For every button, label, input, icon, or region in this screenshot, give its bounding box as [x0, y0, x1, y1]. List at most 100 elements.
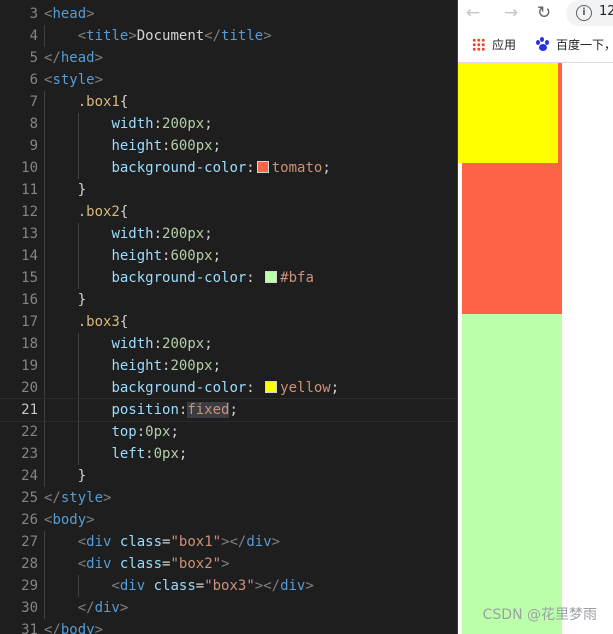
code-token: class [153, 578, 196, 594]
forward-button[interactable]: → [500, 2, 522, 24]
code-line[interactable]: 7 .box1{ [0, 91, 457, 113]
code-text: position:fixed; [44, 399, 238, 421]
code-token: </ [44, 622, 61, 634]
indent-guide [44, 223, 45, 245]
code-token: ; [204, 226, 213, 242]
indent-guide [44, 201, 45, 223]
code-token: 200px [162, 116, 205, 132]
bookmark-apps[interactable]: 应用 [472, 36, 516, 54]
code-line[interactable]: 3 <head> [0, 3, 457, 25]
code-line[interactable]: 24 } [0, 465, 457, 487]
indent-guide [77, 223, 79, 245]
code-line[interactable]: 6 <style> [0, 69, 457, 91]
code-token: > [103, 490, 112, 506]
code-line[interactable]: 17 .box3{ [0, 311, 457, 333]
code-token: > [221, 556, 230, 572]
code-line[interactable]: 21 position:fixed; [0, 398, 457, 422]
line-number: 19 [21, 358, 38, 374]
code-line[interactable]: 29 <div class="box3"></div> [0, 575, 457, 597]
code-line[interactable]: 27 <div class="box1"></div> [0, 531, 457, 553]
code-token: </ [44, 490, 61, 506]
code-token: div [280, 578, 306, 594]
code-editor[interactable]: 3 <head> 4 <title>Document</title> 5 </head>… [0, 0, 457, 634]
code-line[interactable]: 5 </head> [0, 47, 457, 69]
indent-guide [77, 333, 79, 355]
code-line[interactable]: 8 width:200px; [0, 113, 457, 135]
indent-guide [44, 597, 45, 619]
code-token: yellow [280, 380, 331, 396]
color-swatch[interactable] [256, 161, 269, 173]
code-token: 600px [170, 248, 213, 264]
code-token: body [52, 512, 87, 528]
indent-guide [44, 25, 45, 47]
code-line[interactable]: 4 <title>Document</title> [0, 25, 457, 47]
indent-guide [77, 267, 79, 289]
bookmarks-bar: 应用 百度一下， [458, 28, 613, 63]
code-line[interactable]: 9 height:600px; [0, 135, 457, 157]
code-token: class [119, 556, 163, 572]
code-text: </body> [44, 619, 103, 634]
line-number: 21 [21, 402, 38, 418]
code-line[interactable]: 11 } [0, 179, 457, 201]
indent-guide [44, 311, 45, 333]
code-line[interactable]: 30 </div> [0, 597, 457, 619]
info-icon[interactable]: i [576, 5, 592, 21]
url-text[interactable]: 12 [599, 4, 613, 19]
code-token: ; [212, 248, 222, 264]
back-button[interactable]: ← [462, 2, 484, 24]
bookmark-baidu[interactable]: 百度一下， [536, 36, 613, 54]
line-number: 11 [21, 182, 38, 198]
code-token: height [111, 358, 163, 374]
code-token: { [119, 204, 129, 220]
code-line[interactable]: 19 height:200px; [0, 355, 457, 377]
code-line[interactable]: 16 } [0, 289, 457, 311]
code-text: height:200px; [44, 355, 221, 377]
reload-button[interactable]: ↻ [533, 2, 555, 24]
code-line[interactable]: 20 background-color: yellow; [0, 377, 457, 399]
code-line[interactable]: 14 height:600px; [0, 245, 457, 267]
code-line[interactable]: 31 </body> [0, 619, 457, 634]
code-token: > [86, 512, 95, 528]
code-line[interactable]: 28 <div class="box2"> [0, 553, 457, 575]
line-number: 12 [21, 204, 38, 220]
code-line[interactable]: 22 top:0px; [0, 421, 457, 443]
code-token: : [153, 116, 163, 132]
code-token: background-color [111, 380, 247, 396]
code-text: .box3{ [44, 311, 129, 333]
code-token: } [77, 182, 87, 198]
address-bar[interactable]: i 12 [566, 0, 613, 26]
code-line[interactable]: 15 background-color: #bfa [0, 267, 457, 289]
code-token: .box1 [77, 94, 120, 110]
code-text: } [44, 179, 86, 201]
code-token: ; [204, 336, 213, 352]
code-token: background-color [111, 160, 247, 176]
line-number: 10 [21, 160, 38, 176]
code-text: width:200px; [44, 223, 213, 245]
code-text: width:200px; [44, 333, 213, 355]
color-swatch[interactable] [265, 381, 278, 393]
code-line[interactable]: 13 width:200px; [0, 223, 457, 245]
color-swatch[interactable] [265, 271, 278, 283]
code-token: 0px [153, 446, 179, 462]
code-line[interactable]: 10 background-color: tomato; [0, 157, 457, 179]
code-token: ; [322, 160, 331, 176]
line-number: 16 [21, 292, 38, 308]
code-token: ></ [221, 534, 247, 550]
code-line[interactable]: 23 left:0px; [0, 443, 457, 465]
code-token: </ [204, 28, 222, 44]
code-line[interactable]: 26 <body> [0, 509, 457, 531]
code-token: div [94, 600, 120, 616]
code-token: ; [178, 446, 188, 462]
code-token: height [111, 138, 163, 154]
code-line[interactable]: 12 .box2{ [0, 201, 457, 223]
code-line[interactable]: 18 width:200px; [0, 333, 457, 355]
line-number: 22 [21, 424, 38, 440]
code-text: background-color: yellow; [44, 377, 339, 399]
code-text: height:600px; [44, 135, 221, 157]
code-text: </head> [44, 47, 103, 69]
code-line[interactable]: 25 </style> [0, 487, 457, 509]
code-token: < [111, 578, 120, 594]
